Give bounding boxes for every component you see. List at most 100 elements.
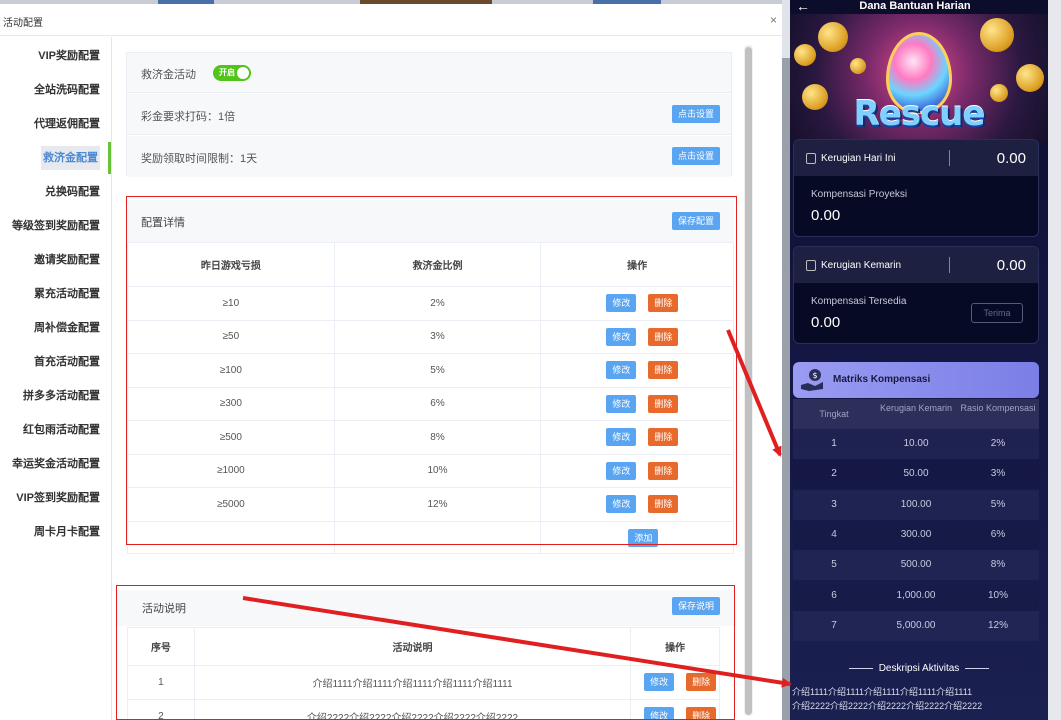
activity-label: 救济金活动	[141, 69, 196, 81]
dialog-header: 活动配置 ×	[0, 4, 782, 36]
matrix-cell: 1	[831, 438, 837, 449]
yesterday-loss-label: Kerugian Kemarin	[821, 260, 902, 271]
matrix-row: 1 10.00 2%	[793, 429, 1039, 459]
sidebar-item-label: 红包雨活动配置	[23, 424, 100, 436]
sidebar-item[interactable]: 兑换码配置	[0, 178, 110, 206]
divider	[949, 150, 950, 166]
toggle-knob	[237, 67, 249, 79]
sidebar-item-label: 兑换码配置	[45, 186, 100, 198]
time-limit-label: 奖励领取时间限制：1天	[141, 153, 258, 165]
matrix-title: Matriks Kompensasi	[833, 374, 931, 385]
matrix-header-row: Tingkat Kerugian Kemarin Rasio Kompensasi	[793, 399, 1039, 429]
sidebar-item-label: 幸运奖金活动配置	[12, 458, 100, 470]
sidebar-item-label: 累充活动配置	[34, 288, 100, 300]
matrix-cell: 4	[831, 528, 837, 540]
matrix-column-header: Rasio Kompensasi	[960, 403, 1036, 413]
available-comp-value: 0.00	[811, 314, 841, 331]
sidebar-item-label: 周卡月卡配置	[34, 526, 100, 538]
claim-button[interactable]: Terima	[971, 303, 1023, 323]
sidebar-item[interactable]: 等级签到奖励配置	[0, 212, 110, 240]
matrix-cell: 7	[831, 619, 837, 631]
today-loss-label: Kerugian Hari Ini	[821, 153, 896, 164]
description-line-2: 介绍2222介绍2222介绍2222介绍2222介绍2222	[792, 701, 983, 711]
sidebar-item-label: 邀请奖励配置	[34, 254, 100, 266]
matrix-row: 2 50.00 3%	[793, 459, 1039, 490]
today-loss-value: 0.00	[996, 150, 1026, 167]
sidebar-item[interactable]: 代理返佣配置	[0, 110, 110, 138]
sidebar-item[interactable]: 拼多多活动配置	[0, 382, 110, 410]
matrix-row: 5 500.00 8%	[793, 550, 1039, 581]
yesterday-loss-card: Kerugian Kemarin 0.00 Kompensasi Tersedi…	[793, 246, 1039, 344]
today-loss-head: Kerugian Hari Ini 0.00	[794, 140, 1038, 176]
matrix-column-header: Kerugian Kemarin	[879, 403, 953, 413]
sidebar-item[interactable]: 周卡月卡配置	[0, 518, 110, 546]
matrix-column-header: Tingkat	[819, 409, 849, 419]
projected-comp-value: 0.00	[811, 207, 841, 224]
sidebar-item-label: 周补偿金配置	[34, 322, 100, 334]
settings-card: 救济金活动 开启 彩金要求打码：1倍 点击设置 奖励领取时间限制：1天 点击设置	[126, 52, 732, 177]
sidebar-item-label: 等级签到奖励配置	[12, 220, 100, 232]
matrix-cell: 6	[831, 589, 837, 601]
projected-comp-label: Kompensasi Proyeksi	[811, 189, 908, 200]
matrix-cell: 3	[831, 498, 837, 510]
sidebar-item-label: VIP签到奖励配置	[16, 492, 100, 504]
rescue-banner: Rescue	[790, 14, 1048, 142]
matrix-header: $ Matriks Kompensasi	[793, 362, 1039, 398]
phone-frame-edge	[1048, 0, 1061, 720]
sidebar-item-label: 拼多多活动配置	[23, 390, 100, 402]
sidebar-item[interactable]: 幸运奖金活动配置	[0, 450, 110, 478]
matrix-cell: 2%	[990, 438, 1006, 449]
matrix-cell: 3%	[990, 468, 1006, 480]
matrix-cell: 5%	[990, 498, 1006, 510]
sidebar-item[interactable]: VIP签到奖励配置	[0, 484, 110, 512]
activity-toggle[interactable]: 开启	[213, 65, 251, 81]
sidebar-item-label: 救济金配置	[41, 146, 100, 170]
available-comp-label: Kompensasi Tersedia	[811, 296, 907, 307]
sidebar-item[interactable]: 全站洗码配置	[0, 76, 110, 104]
matrix-cell: 500.00	[900, 559, 932, 571]
sidebar-item[interactable]: 首充活动配置	[0, 348, 110, 376]
time-limit-set-button[interactable]: 点击设置	[672, 147, 721, 165]
matrix-cell: 100.00	[900, 498, 932, 510]
active-indicator	[108, 142, 111, 174]
phone-scrollbar	[782, 58, 790, 720]
phone-preview: Rescue ← Dana Bantuan Harian Kerugian Ha…	[782, 0, 1061, 720]
wager-row: 彩金要求打码：1倍 点击设置	[127, 94, 731, 135]
toggle-label: 开启	[219, 68, 235, 77]
banner-title: Rescue	[853, 94, 986, 134]
matrix-cell: 8%	[990, 559, 1006, 571]
matrix-cell: 2	[831, 468, 837, 480]
sidebar: VIP奖励配置全站洗码配置 代理返佣配置救济金配置兑换码配置等级签到奖励配置邀请奖…	[0, 37, 112, 720]
phone-title: Dana Bantuan Harian	[859, 0, 971, 12]
matrix-cell: 12%	[987, 619, 1008, 631]
content-scrollbar[interactable]	[744, 45, 753, 716]
scrollbar-thumb[interactable]	[745, 47, 752, 715]
sidebar-item[interactable]: 救济金配置	[0, 144, 110, 172]
wager-set-button[interactable]: 点击设置	[672, 105, 721, 123]
sidebar-item[interactable]: VIP奖励配置	[0, 42, 110, 70]
matrix-row: 4 300.00 6%	[793, 519, 1039, 550]
coin-stack-icon	[806, 153, 816, 164]
matrix-cell: 5,000.00	[896, 619, 936, 631]
wager-label: 彩金要求打码：1倍	[141, 111, 236, 123]
sidebar-item[interactable]: 周补偿金配置	[0, 314, 110, 342]
sidebar-item[interactable]: 邀请奖励配置	[0, 246, 110, 274]
sidebar-item[interactable]: 红包雨活动配置	[0, 416, 110, 444]
matrix-cell: 300.00	[900, 528, 932, 540]
description-heading: Deskripsi Aktivitas	[790, 663, 1048, 674]
matrix-row: 7 5,000.00 12%	[793, 610, 1039, 641]
matrix-cell: 6%	[990, 528, 1006, 540]
time-limit-row: 奖励领取时间限制：1天 点击设置	[127, 136, 731, 177]
yesterday-loss-value: 0.00	[996, 257, 1026, 274]
svg-text:$: $	[812, 371, 817, 380]
coin-stack-icon	[806, 260, 816, 271]
money-hand-icon: $	[801, 369, 823, 391]
today-loss-card: Kerugian Hari Ini 0.00 Kompensasi Proyek…	[793, 139, 1039, 237]
sidebar-item-label: 全站洗码配置	[34, 84, 100, 96]
sidebar-item-label: 代理返佣配置	[34, 118, 100, 130]
close-icon[interactable]: ×	[770, 13, 777, 27]
dialog-title: 活动配置	[3, 18, 43, 29]
description-line-1: 介绍1111介绍1111介绍1111介绍1111介绍1111	[792, 687, 973, 697]
sidebar-item[interactable]: 累充活动配置	[0, 280, 110, 308]
matrix-cell: 50.00	[903, 468, 929, 480]
